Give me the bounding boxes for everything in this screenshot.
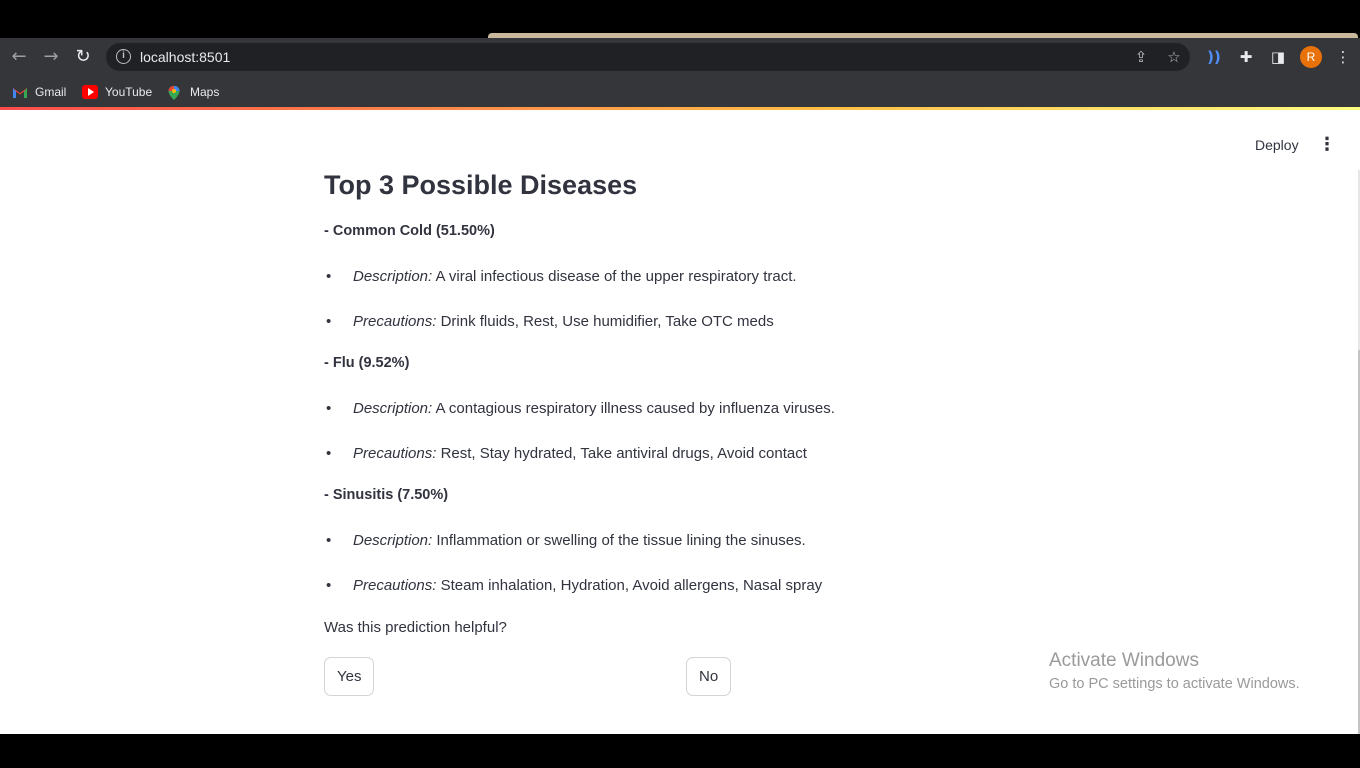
profile-avatar[interactable]: R [1300, 46, 1322, 68]
no-button[interactable]: No [686, 657, 732, 696]
disease-heading: - Common Cold (51.50%) [324, 223, 495, 239]
watermark-subtitle: Go to PC settings to activate Windows. [1049, 676, 1300, 692]
disease-heading: - Flu (9.52%) [324, 355, 410, 371]
bookmark-youtube[interactable]: YouTube [82, 82, 152, 102]
gmail-icon [12, 85, 28, 99]
address-bar[interactable]: i localhost:8501 ⇪ ☆ [106, 43, 1190, 71]
feedback-question: Was this prediction helpful? [324, 619, 507, 636]
address-url[interactable]: localhost:8501 [140, 49, 230, 65]
description-label: Description: [353, 268, 433, 285]
app-menu-icon[interactable]: ⋮ [1316, 134, 1338, 156]
bookmark-label: YouTube [105, 85, 153, 99]
precautions-label: Precautions: [353, 577, 437, 594]
page-title: Top 3 Possible Diseases [324, 170, 638, 200]
bullet-dot: • [326, 532, 332, 549]
bookmark-gmail[interactable]: Gmail [12, 82, 66, 102]
bullet-dot: • [326, 268, 332, 285]
app-page: Deploy ⋮ Top 3 Possible Diseases - Commo… [0, 110, 1360, 734]
youtube-icon [82, 85, 98, 99]
forward-icon[interactable]: → [40, 46, 62, 68]
window-bottom-strip [0, 734, 1360, 768]
precautions-text: Steam inhalation, Hydration, Avoid aller… [440, 577, 823, 594]
bullet-dot: • [326, 445, 332, 462]
activate-windows-watermark: Activate Windows Go to PC settings to ac… [1049, 650, 1300, 692]
bookmarks-bar: Gmail YouTube Maps [0, 76, 1360, 107]
description-text: Inflammation or swelling of the tissue l… [436, 532, 806, 549]
bookmark-label: Gmail [35, 85, 67, 99]
description-text: A contagious respiratory illness caused … [435, 400, 835, 417]
description-label: Description: [353, 532, 433, 549]
side-panel-icon[interactable]: ◨ [1267, 46, 1289, 68]
browser-toolbar: ← → ↻ i localhost:8501 ⇪ ☆ )) ✚ ◨ R ⋮ [0, 38, 1360, 76]
precautions-label: Precautions: [353, 313, 437, 330]
bookmark-maps[interactable]: Maps [167, 82, 219, 102]
watermark-title: Activate Windows [1049, 650, 1199, 671]
bookmark-star-icon[interactable]: ☆ [1164, 47, 1184, 67]
back-icon[interactable]: ← [8, 46, 30, 68]
disease-heading: - Sinusitis (7.50%) [324, 487, 449, 503]
description-label: Description: [353, 400, 433, 417]
precautions-text: Rest, Stay hydrated, Take antiviral drug… [440, 445, 807, 462]
bullet-dot: • [326, 313, 332, 330]
description-text: A viral infectious disease of the upper … [435, 268, 797, 285]
precautions-label: Precautions: [353, 445, 437, 462]
site-info-icon[interactable]: i [116, 49, 131, 64]
yes-button[interactable]: Yes [324, 657, 375, 696]
precautions-text: Drink fluids, Rest, Use humidifier, Take… [440, 313, 774, 330]
reload-icon[interactable]: ↻ [72, 46, 94, 68]
maps-icon [167, 85, 183, 100]
bookmark-label: Maps [190, 85, 220, 99]
bullet-dot: • [326, 400, 332, 417]
extension-wave-icon[interactable]: )) [1203, 46, 1225, 68]
browser-menu-icon[interactable]: ⋮ [1332, 46, 1354, 68]
deploy-button[interactable]: Deploy [1243, 134, 1311, 156]
share-icon[interactable]: ⇪ [1131, 47, 1151, 67]
bullet-dot: • [326, 577, 332, 594]
extensions-puzzle-icon[interactable]: ✚ [1235, 46, 1257, 68]
